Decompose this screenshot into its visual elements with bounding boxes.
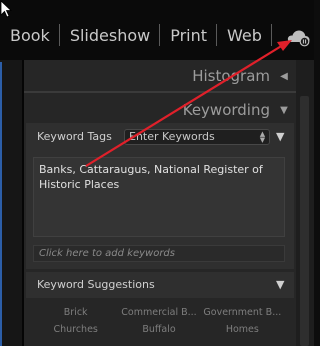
suggestion-item[interactable]: Brick — [34, 307, 117, 318]
scrollbar-thumb[interactable] — [300, 96, 309, 346]
selection-highlight — [0, 62, 2, 346]
suggestion-item[interactable]: Homes — [201, 324, 284, 335]
histogram-panel-header[interactable]: Histogram ◀ — [24, 62, 296, 90]
module-slideshow[interactable]: Slideshow — [60, 26, 159, 45]
collapsed-triangle-icon: ◀ — [280, 70, 288, 82]
keyword-mode-value: Enter Keywords — [129, 130, 215, 143]
select-stepper-icon: ▲ ▼ — [259, 130, 266, 144]
keyword-suggestions-label: Keyword Suggestions — [37, 278, 155, 291]
module-print[interactable]: Print — [160, 26, 216, 45]
module-divider — [270, 24, 272, 46]
suggestion-item[interactable]: Churches — [34, 324, 117, 335]
keyword-tags-collapse-icon[interactable]: ▼ — [276, 130, 284, 143]
module-list: Book Slideshow Print Web — [0, 22, 272, 48]
keyword-suggestions-grid: Brick Commercial B... Government B... Ch… — [34, 307, 284, 335]
module-web[interactable]: Web — [217, 26, 271, 45]
keyword-suggestions-collapse-icon[interactable]: ▼ — [276, 278, 284, 291]
left-panel-edge — [0, 60, 22, 346]
mouse-pointer-icon — [0, 0, 13, 18]
keywording-title: Keywording — [182, 101, 270, 119]
expanded-triangle-icon: ▼ — [280, 104, 288, 116]
add-keywords-input[interactable]: Click here to add keywords — [33, 245, 285, 262]
suggestion-item[interactable]: Commercial B... — [117, 307, 200, 318]
module-picker: Book Slideshow Print Web — [0, 0, 314, 60]
suggestion-item[interactable]: Buffalo — [117, 324, 200, 335]
histogram-title: Histogram — [192, 67, 270, 85]
suggestion-item[interactable]: Government B... — [201, 307, 284, 318]
keyword-mode-select[interactable]: Enter Keywords ▲ ▼ — [124, 129, 270, 145]
panel-separator — [24, 91, 296, 93]
module-book[interactable]: Book — [0, 26, 59, 45]
keyword-tags-label: Keyword Tags — [37, 130, 112, 143]
keywording-panel-header[interactable]: Keywording ▼ — [24, 96, 296, 124]
keyword-tags-textarea[interactable]: Banks, Cattaraugus, National Register of… — [33, 157, 285, 237]
cloud-sync-icon[interactable] — [286, 26, 312, 48]
